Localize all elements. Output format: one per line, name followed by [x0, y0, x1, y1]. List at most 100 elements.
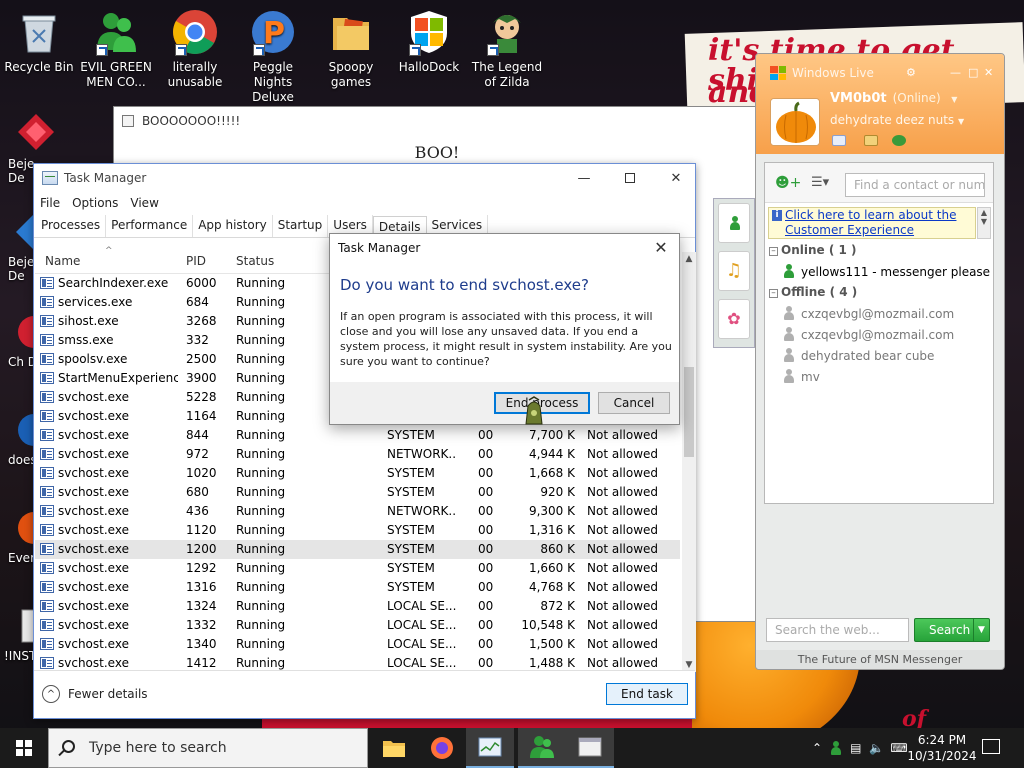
- column-header-name[interactable]: Name: [45, 254, 80, 268]
- fewer-details-button[interactable]: ^ Fewer details: [42, 685, 148, 703]
- firefox-icon[interactable]: [418, 728, 466, 768]
- task-manager-taskbar-icon[interactable]: [466, 728, 514, 768]
- messenger-window[interactable]: Windows Live ⚙ — □ ✕ VM0b0t (Online) ▼ de…: [755, 53, 1005, 670]
- status-cell: Running: [236, 371, 286, 385]
- chevron-down-icon[interactable]: ▼: [973, 619, 989, 641]
- end-task-button[interactable]: End task: [606, 683, 688, 705]
- messenger-window-title: Windows Live: [792, 66, 874, 80]
- avatar[interactable]: [770, 98, 820, 146]
- contacts-side-tab[interactable]: [755, 206, 756, 248]
- contact-offline[interactable]: mv: [783, 369, 820, 384]
- close-button[interactable]: ✕: [653, 164, 699, 192]
- scroll-up-arrow-icon[interactable]: ▲: [682, 252, 696, 266]
- table-row[interactable]: svchost.exe 1020 Running SYSTEM 00 1,668 K Not…: [35, 464, 680, 483]
- menu-view[interactable]: View: [130, 196, 158, 210]
- customer-experience-link[interactable]: Click here to learn about the Customer E…: [768, 207, 976, 239]
- tab-startup[interactable]: Startup: [273, 215, 329, 237]
- messenger-tray-icon[interactable]: [830, 741, 842, 755]
- table-row[interactable]: svchost.exe 972 Running NETWORK... 00 4,944 K…: [35, 445, 680, 464]
- cancel-button[interactable]: Cancel: [598, 392, 670, 414]
- find-contact-input[interactable]: Find a contact or number...: [845, 173, 985, 197]
- chevron-down-icon[interactable]: ▼: [958, 117, 964, 126]
- sort-arrow-icon: ^: [105, 246, 113, 256]
- memory-cell: 920 K: [540, 485, 575, 499]
- table-row[interactable]: svchost.exe 844 Running SYSTEM 00 7,700 K Not …: [35, 426, 680, 445]
- table-row[interactable]: svchost.exe 1324 Running LOCAL SE... 00 872 K…: [35, 597, 680, 616]
- xbox-icon[interactable]: [892, 135, 906, 146]
- messenger-icon[interactable]: [518, 728, 566, 768]
- chevron-up-icon[interactable]: ⌃: [812, 741, 822, 755]
- uac-cell: Not allowed: [587, 504, 659, 518]
- desktop-icon-spoopy-games[interactable]: Spoopy games: [313, 8, 389, 90]
- column-header-pid[interactable]: PID: [186, 254, 206, 268]
- table-row[interactable]: svchost.exe 1120 Running SYSTEM 00 1,316 K Not…: [35, 521, 680, 540]
- taskbar-search-box[interactable]: Type here to search: [48, 728, 368, 768]
- taskbar-clock[interactable]: 6:24 PM 10/31/2024: [906, 732, 978, 764]
- web-search-input[interactable]: Search the web...: [766, 618, 909, 642]
- network-icon[interactable]: ▤: [850, 741, 861, 755]
- table-row[interactable]: svchost.exe 1200 Running SYSTEM 00 860 K Not a…: [35, 540, 680, 559]
- dialog-close-button[interactable]: ✕: [651, 238, 671, 258]
- start-button[interactable]: [0, 728, 48, 768]
- cpu-cell: 00: [478, 580, 494, 594]
- app-icon: [40, 581, 54, 593]
- banner-scroll[interactable]: ▲ ▼: [977, 207, 991, 239]
- table-row[interactable]: svchost.exe 1292 Running SYSTEM 00 1,660 K Not…: [35, 559, 680, 578]
- messenger-maximize-button[interactable]: □: [968, 66, 978, 79]
- contact-offline[interactable]: cxzqevbgl@mozmail.com: [783, 306, 954, 321]
- boo-window-titlebar[interactable]: BOOOOOOO!!!!!: [114, 107, 760, 135]
- web-search-button[interactable]: Search ▼: [914, 618, 990, 642]
- offline-buddy-icon: [783, 306, 795, 320]
- contacts-tab-icon[interactable]: [718, 203, 750, 243]
- desktop-icon-peggle[interactable]: P Peggle Nights Deluxe: [235, 8, 311, 105]
- table-row[interactable]: svchost.exe 1340 Running LOCAL SE... 00 1,500…: [35, 635, 680, 654]
- table-row[interactable]: svchost.exe 680 Running SYSTEM 00 920 K Not al…: [35, 483, 680, 502]
- folder-icon[interactable]: [864, 135, 878, 146]
- offline-group-header[interactable]: – Offline ( 4 ): [769, 285, 857, 299]
- alerts-bell-icon[interactable]: ♫: [718, 251, 750, 291]
- list-options-icon[interactable]: ☰▾: [811, 175, 829, 190]
- chevron-down-icon[interactable]: ▼: [951, 95, 957, 104]
- table-row[interactable]: svchost.exe 436 Running NETWORK... 00 9,300 K…: [35, 502, 680, 521]
- online-group-header[interactable]: – Online ( 1 ): [769, 243, 857, 257]
- desktop-icon-hallodock[interactable]: HalloDock: [391, 8, 467, 75]
- menu-options[interactable]: Options: [72, 196, 118, 210]
- personal-message[interactable]: dehydrate deez nuts ▼: [830, 113, 964, 127]
- desktop-icon-recycle-bin[interactable]: Recycle Bin: [1, 8, 77, 75]
- maximize-button[interactable]: [607, 164, 653, 192]
- add-contact-icon[interactable]: ☻+: [775, 175, 801, 191]
- scrollbar-thumb[interactable]: [684, 367, 694, 457]
- tab-performance[interactable]: Performance: [106, 215, 194, 237]
- process-list-scrollbar[interactable]: ▲ ▼: [682, 252, 696, 672]
- contact-online[interactable]: yellows111 - messenger please: [783, 264, 990, 279]
- tab-app-history[interactable]: App history: [193, 215, 273, 237]
- messenger-titlebar[interactable]: Windows Live: [770, 66, 874, 80]
- messenger-minimize-button[interactable]: —: [950, 66, 961, 79]
- contact-offline[interactable]: cxzqevbgl@mozmail.com: [783, 327, 954, 342]
- desktop-icon-chrome[interactable]: literally unusable: [157, 8, 233, 90]
- table-row[interactable]: svchost.exe 1332 Running LOCAL SE... 00 10,54…: [35, 616, 680, 635]
- user-cell: SYSTEM: [387, 561, 435, 575]
- volume-icon[interactable]: 🔈: [869, 741, 884, 755]
- contact-name: mv: [801, 370, 820, 384]
- boo-app-icon[interactable]: [566, 728, 614, 768]
- minimize-button[interactable]: —: [561, 164, 607, 192]
- mail-icon[interactable]: [832, 135, 846, 146]
- search-indexer-icon: [40, 277, 54, 289]
- messenger-close-button[interactable]: ✕: [984, 66, 993, 79]
- spaces-tab-icon[interactable]: ✿: [718, 299, 750, 339]
- notifications-icon[interactable]: [982, 739, 1000, 754]
- table-row[interactable]: svchost.exe 1316 Running SYSTEM 00 4,768 K Not…: [35, 578, 680, 597]
- end-process-dialog[interactable]: Task Manager ✕ Do you want to end svchos…: [329, 233, 680, 425]
- desktop-icon-evil-green-men[interactable]: EVIL GREEN MEN CO...: [78, 8, 154, 90]
- desktop-icon-legend-of-zilda[interactable]: The Legend of Zilda: [469, 8, 545, 90]
- file-explorer-icon[interactable]: [370, 728, 418, 768]
- column-header-status[interactable]: Status: [236, 254, 274, 268]
- contact-offline[interactable]: dehydrated bear cube: [783, 348, 934, 363]
- display-name[interactable]: VM0b0t (Online) ▼: [830, 91, 957, 106]
- windows-shield-icon: [405, 8, 453, 56]
- menu-file[interactable]: File: [40, 196, 60, 210]
- tab-processes[interactable]: Processes: [36, 215, 107, 237]
- messenger-settings-icon[interactable]: ⚙: [906, 66, 916, 79]
- status-cell: Running: [236, 656, 286, 670]
